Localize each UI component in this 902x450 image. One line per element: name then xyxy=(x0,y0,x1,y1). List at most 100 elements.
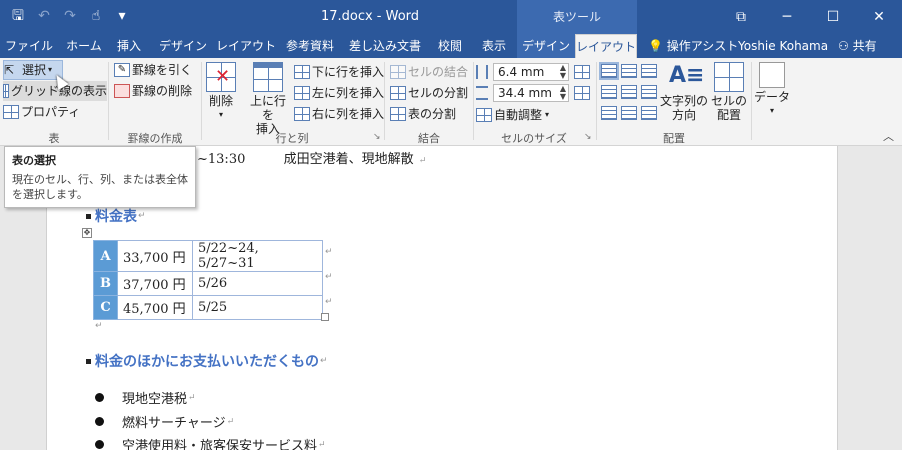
table-cell-key[interactable]: C xyxy=(93,295,118,320)
tab-references[interactable]: 参考資料 xyxy=(282,34,338,58)
insert-right-button[interactable]: 右に列を挿入 xyxy=(294,104,384,124)
touch-mode-icon[interactable]: ☝ xyxy=(86,6,106,26)
heading-other-text: 料金のほかにお支払いいただくもの xyxy=(95,354,319,370)
align-bottom-left-button[interactable] xyxy=(601,106,617,120)
column-width-icon xyxy=(476,83,490,103)
table-move-handle-icon[interactable]: ✥ xyxy=(82,228,92,238)
align-center-button[interactable] xyxy=(621,85,637,99)
tooltip-body-line-1: 現在のセル、行、列、または表全体 xyxy=(12,173,188,186)
schedule-text: 成田空港着、現地解散 xyxy=(283,152,414,167)
column-width-value: 34.4 mm xyxy=(498,86,552,100)
share-button[interactable]: ⚇ 共有 xyxy=(838,34,877,58)
tab-view[interactable]: 表示 xyxy=(474,34,514,58)
delete-button[interactable]: ✕ 削除 ▾ xyxy=(203,62,239,122)
align-center-left-button[interactable] xyxy=(601,85,617,99)
maximize-icon[interactable]: ☐ xyxy=(810,0,856,34)
insert-above-button[interactable]: 上に行を 挿入 xyxy=(245,62,291,136)
collapse-ribbon-icon[interactable]: ︿ xyxy=(883,128,894,144)
table-cell-price[interactable]: 45,700 円 xyxy=(117,295,193,320)
list-item: 空港使用料・旅客保安サービス料 ↵ xyxy=(95,435,326,450)
tab-table-layout[interactable]: レイアウト xyxy=(575,34,637,58)
table-cell-price[interactable]: 37,700 円 xyxy=(117,271,193,296)
insert-right-label: 右に列を挿入 xyxy=(312,107,385,121)
align-center-right-button[interactable] xyxy=(641,85,657,99)
table-resize-handle[interactable] xyxy=(321,313,329,321)
data-icon xyxy=(759,62,785,88)
split-cells-button[interactable]: セルの分割 xyxy=(390,83,468,103)
spin-arrows-icon[interactable]: ▲ ▼ xyxy=(560,85,566,101)
insert-left-label: 左に列を挿入 xyxy=(312,86,385,100)
properties-button[interactable]: プロパティ xyxy=(3,102,80,122)
text-direction-icon: A≡ xyxy=(669,63,705,88)
share-label: 共有 xyxy=(852,39,877,53)
merge-cells-label: セルの結合 xyxy=(408,65,469,79)
table-row: B 37,700 円 5/26 xyxy=(93,271,323,296)
user-name[interactable]: Yoshie Kohama xyxy=(738,34,828,58)
tell-me-box[interactable]: 💡 操作アシスト xyxy=(648,34,738,58)
align-bottom-center-button[interactable] xyxy=(621,106,637,120)
eraser-button[interactable]: 罫線の削除 xyxy=(114,81,192,101)
table-cell-price[interactable]: 33,700 円 xyxy=(117,240,193,272)
tab-mailings[interactable]: 差し込み文書 xyxy=(344,34,426,58)
split-table-button[interactable]: 表の分割 xyxy=(390,104,456,124)
heading-other-fees: 料金のほかにお支払いいただくもの ↵ xyxy=(86,351,328,371)
insert-below-button[interactable]: 下に行を挿入 xyxy=(294,62,384,82)
insert-left-button[interactable]: 左に列を挿入 xyxy=(294,83,384,103)
paragraph-mark: ↵ xyxy=(418,156,427,166)
group-label-rows-columns: 行と列 xyxy=(275,132,309,145)
close-icon[interactable]: ✕ xyxy=(856,0,902,34)
row-height-field[interactable]: 6.4 mm ▲ ▼ xyxy=(493,63,569,81)
row-end-mark: ↵ xyxy=(325,297,333,307)
data-button[interactable]: データ ▾ xyxy=(754,62,790,118)
cell-margins-button[interactable]: セルの 配置 xyxy=(710,62,748,122)
tab-layout[interactable]: レイアウト xyxy=(216,34,276,58)
align-bottom-right-button[interactable] xyxy=(641,106,657,120)
dialog-launcher-icon[interactable]: ↘ xyxy=(373,132,381,142)
table-cell-key[interactable]: B xyxy=(93,271,118,296)
paragraph-mark: ↵ xyxy=(226,416,235,427)
autofit-button[interactable]: 自動調整 ▾ xyxy=(476,105,549,125)
table-cell-dates[interactable]: 5/26 xyxy=(192,271,323,296)
table-cell-dates[interactable]: 5/22~24, 5/27~31 xyxy=(192,240,323,272)
distribute-rows-button[interactable] xyxy=(574,62,592,82)
table-cell-dates[interactable]: 5/25 xyxy=(192,295,323,320)
tab-table-design[interactable]: デザイン xyxy=(517,34,575,58)
heading-fee-table: 料金表 ↵ xyxy=(86,206,146,226)
align-top-left-button[interactable] xyxy=(599,62,619,80)
chevron-down-icon: ▾ xyxy=(769,106,774,115)
tab-file[interactable]: ファイル xyxy=(4,34,54,58)
paragraph-mark: ↵ xyxy=(138,211,146,221)
row-end-mark: ↵ xyxy=(325,247,333,257)
pencil-icon: ✎ xyxy=(114,63,130,77)
merge-cells-button[interactable]: セルの結合 xyxy=(390,62,468,82)
undo-icon[interactable]: ↶ xyxy=(34,6,54,26)
paragraph-mark: ↵ xyxy=(188,392,196,403)
bullet-icon xyxy=(95,417,104,426)
redo-icon[interactable]: ↷ xyxy=(60,6,80,26)
customize-qat-icon[interactable]: ▾ xyxy=(112,6,132,26)
table-cell-key[interactable]: A xyxy=(93,240,118,272)
tooltip-body-line-2: を選択します。 xyxy=(12,188,88,201)
fee-table[interactable]: A 33,700 円 5/22~24, 5/27~31 B 37,700 円 5… xyxy=(93,240,323,320)
draw-table-button[interactable]: ✎ 罫線を引く xyxy=(114,60,192,80)
tab-review[interactable]: 校閲 xyxy=(430,34,470,58)
text-direction-button[interactable]: A≡ 文字列の 方向 xyxy=(660,62,708,122)
draw-table-label: 罫線を引く xyxy=(132,63,193,77)
align-top-right-button[interactable] xyxy=(641,64,657,78)
minimize-icon[interactable]: ─ xyxy=(764,0,810,34)
distribute-rows-icon xyxy=(574,65,590,79)
save-icon[interactable]: 🖫 xyxy=(8,6,28,26)
ribbon-display-options-icon[interactable]: ⧉ xyxy=(718,0,764,34)
tab-insert[interactable]: 挿入 xyxy=(112,34,146,58)
align-top-center-button[interactable] xyxy=(621,64,637,78)
column-width-field[interactable]: 34.4 mm ▲ ▼ xyxy=(493,84,569,102)
tab-home[interactable]: ホーム xyxy=(62,34,106,58)
group-separator xyxy=(596,62,597,140)
spin-arrows-icon[interactable]: ▲ ▼ xyxy=(560,64,566,80)
bullet-icon xyxy=(95,440,104,449)
group-label-merge: 結合 xyxy=(418,132,440,145)
dialog-launcher-icon[interactable]: ↘ xyxy=(584,132,592,142)
tab-design[interactable]: デザイン xyxy=(154,34,212,58)
lightbulb-icon: 💡 xyxy=(648,39,663,53)
distribute-columns-button[interactable] xyxy=(574,83,592,103)
